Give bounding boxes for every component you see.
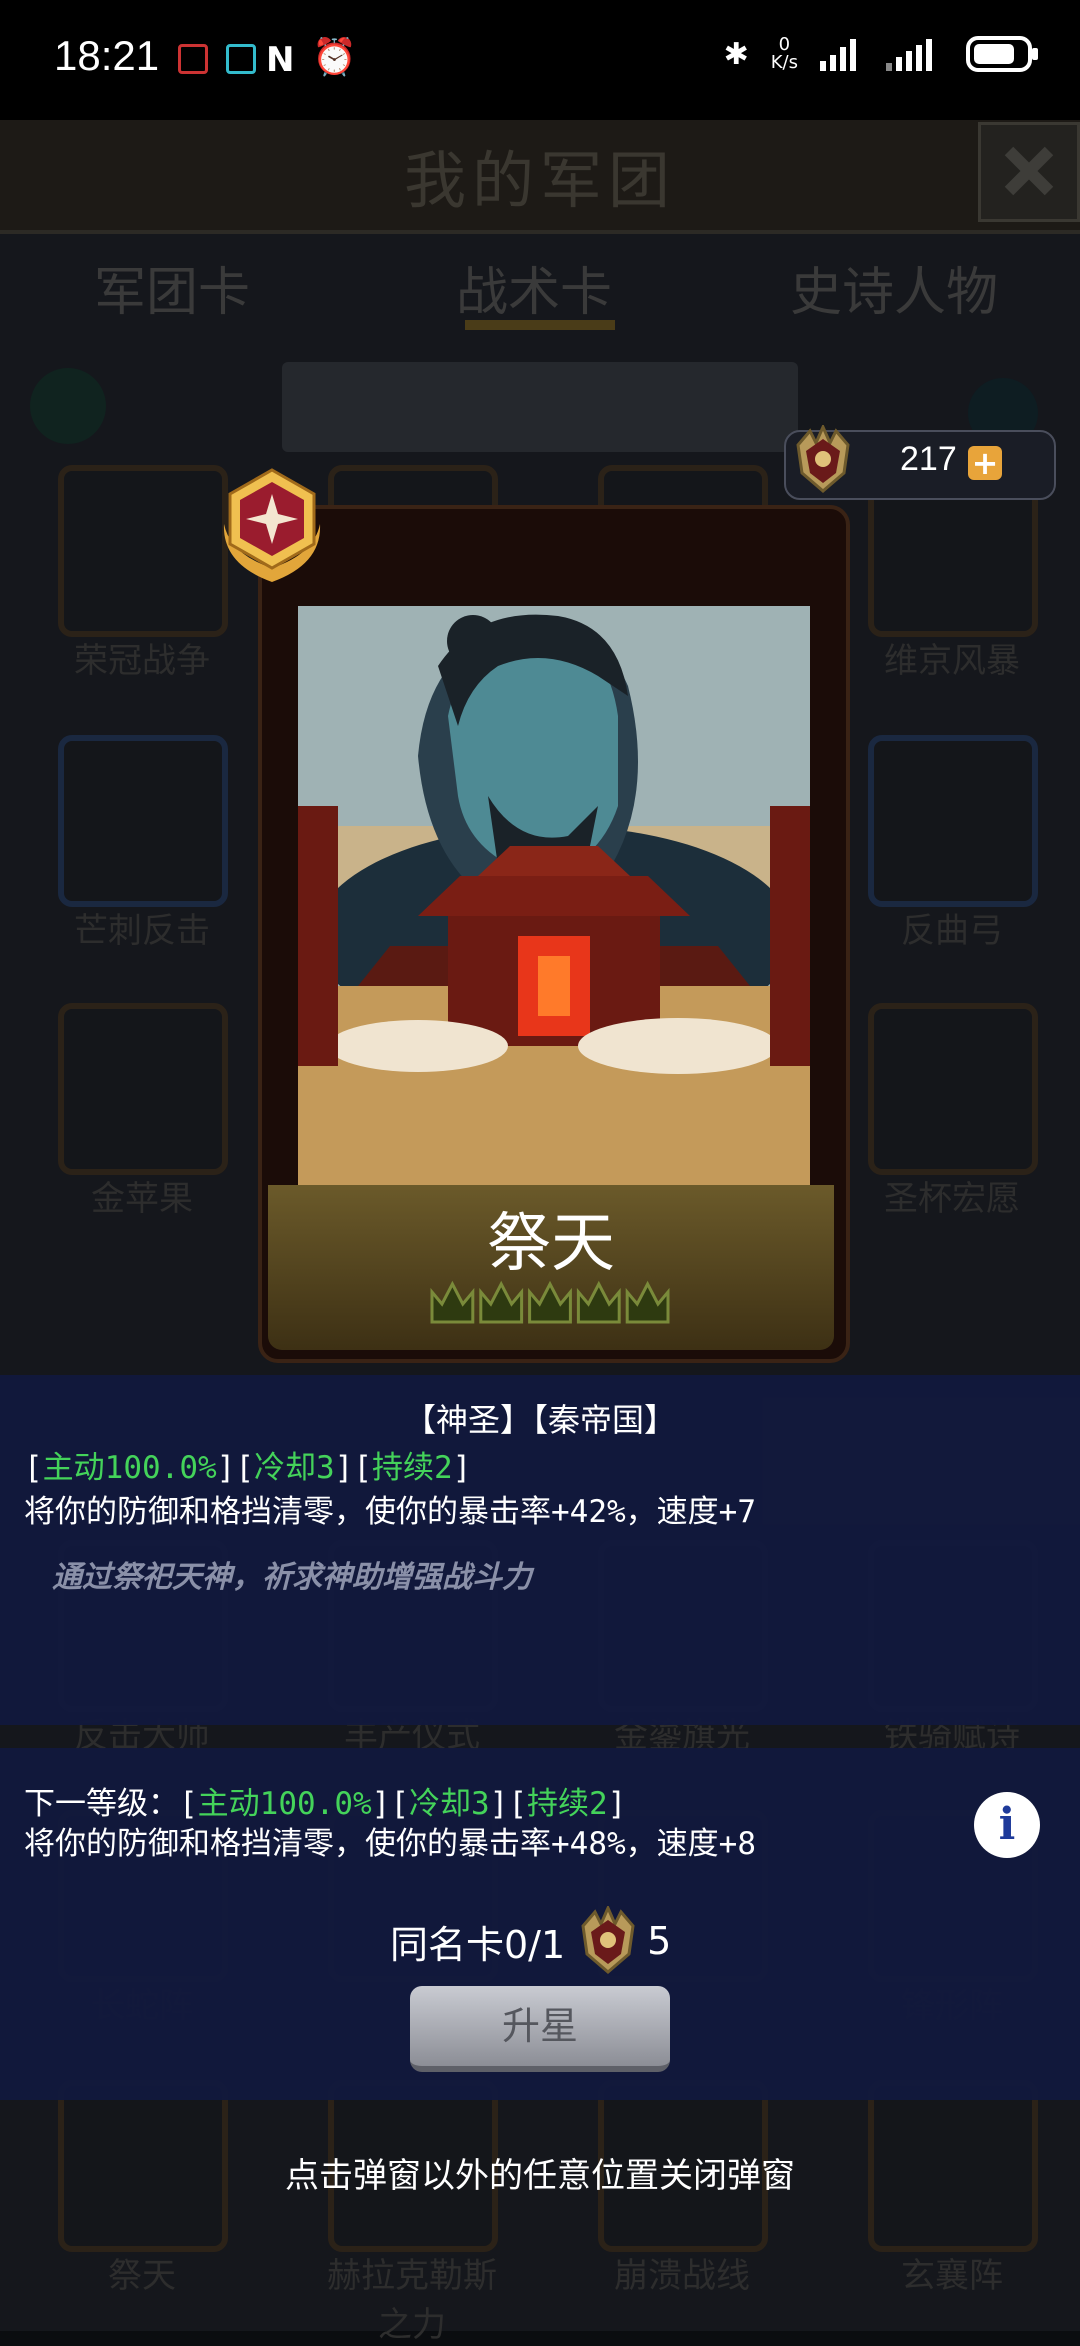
info-button[interactable]: i — [974, 1792, 1040, 1858]
star-crown-icon — [430, 1280, 475, 1324]
background-card-label: 荣冠战争 — [74, 641, 210, 681]
star-crowns — [430, 1280, 670, 1324]
background-close-button — [978, 122, 1080, 222]
background-card — [58, 735, 228, 907]
background-search-bar — [282, 362, 798, 452]
close-popup-hint: 点击弹窗以外的任意位置关闭弹窗 — [285, 2156, 795, 2196]
background-card-label: 赫拉克勒斯之力 — [327, 2256, 497, 2345]
card-flavor-text: 通过祭祀天神，祈求神助增强战斗力 — [52, 1560, 532, 1595]
battery-icon — [966, 36, 1038, 72]
signal-icon — [886, 39, 932, 71]
info-icon: i — [998, 1799, 1016, 1850]
background-tab-legion: 军团卡 — [94, 263, 251, 323]
background-card-label: 反曲弓 — [901, 911, 1003, 951]
cooldown-value: 冷却3 — [253, 1450, 335, 1486]
record-icon — [178, 44, 208, 74]
star-crown-icon — [479, 1280, 524, 1324]
background-tab-tactics: 战术卡 — [456, 263, 613, 323]
bluetooth-icon: ✱ — [723, 36, 749, 72]
next-level-effect-text: 将你的防御和格挡清零，使你的暴击率+48%，速度+8 — [24, 1826, 756, 1862]
next-duration-value: 持续2 — [526, 1786, 608, 1822]
card-name: 祭天 — [487, 1207, 615, 1281]
star-crown-icon — [625, 1280, 670, 1324]
background-card — [868, 1003, 1038, 1175]
alarm-icon: ⏰ — [312, 37, 357, 78]
signal-icon — [820, 39, 856, 71]
background-card-label: 金苹果 — [91, 1179, 193, 1219]
legion-emblem-icon — [796, 425, 850, 493]
next-active-chance: 主动100.0% — [197, 1786, 372, 1822]
same-card-requirement: 同名卡0/1 5 — [390, 1906, 671, 1976]
background-card-label: 崩溃战线 — [614, 2256, 750, 2296]
next-level-stats-line: 下一等级：[主动100.0%][冷却3][持续2] — [24, 1786, 627, 1822]
legion-emblem-icon — [581, 1906, 635, 1974]
background-card — [58, 465, 228, 637]
background-card — [868, 735, 1038, 907]
next-cooldown-value: 冷却3 — [408, 1786, 490, 1822]
background-card — [58, 1003, 228, 1175]
rarity-badge-icon — [223, 468, 321, 582]
nfc-icon: N — [266, 40, 295, 80]
background-tab-epic: 史诗人物 — [790, 263, 999, 323]
background-card-label: 玄襄阵 — [901, 2256, 1003, 2296]
background-list-icon — [30, 368, 106, 444]
app-icon — [226, 44, 256, 74]
star-crown-icon — [576, 1280, 621, 1324]
active-chance: 主动100.0% — [42, 1450, 217, 1486]
card-effect-text: 将你的防御和格挡清零，使你的暴击率+42%，速度+7 — [24, 1494, 756, 1530]
card-artwork — [298, 606, 810, 1186]
status-time: 18:21 — [54, 32, 160, 79]
close-icon — [1004, 146, 1054, 196]
card-tags: 【神圣】【秦帝国】 — [403, 1401, 676, 1439]
currency-value: 217 — [900, 440, 957, 478]
upgrade-star-button[interactable]: 升星 — [410, 1986, 670, 2072]
network-speed: 0 K/s — [770, 34, 798, 73]
background-card-label: 芒刺反击 — [74, 911, 210, 951]
star-crown-icon — [528, 1280, 572, 1324]
background-title: 我的军团 — [403, 144, 676, 217]
duration-value: 持续2 — [371, 1450, 453, 1486]
add-currency-button[interactable]: + — [968, 446, 1002, 480]
card-stats-line: [主动100.0%][冷却3][持续2] — [24, 1450, 472, 1486]
background-tab-indicator — [465, 320, 615, 330]
same-card-label: 同名卡0/1 — [390, 1922, 566, 1967]
upgrade-cost: 5 — [647, 1919, 672, 1963]
background-card-label: 维京风暴 — [884, 641, 1020, 681]
background-card-label: 圣杯宏愿 — [884, 1179, 1020, 1219]
background-card-label: 祭天 — [108, 2256, 176, 2296]
